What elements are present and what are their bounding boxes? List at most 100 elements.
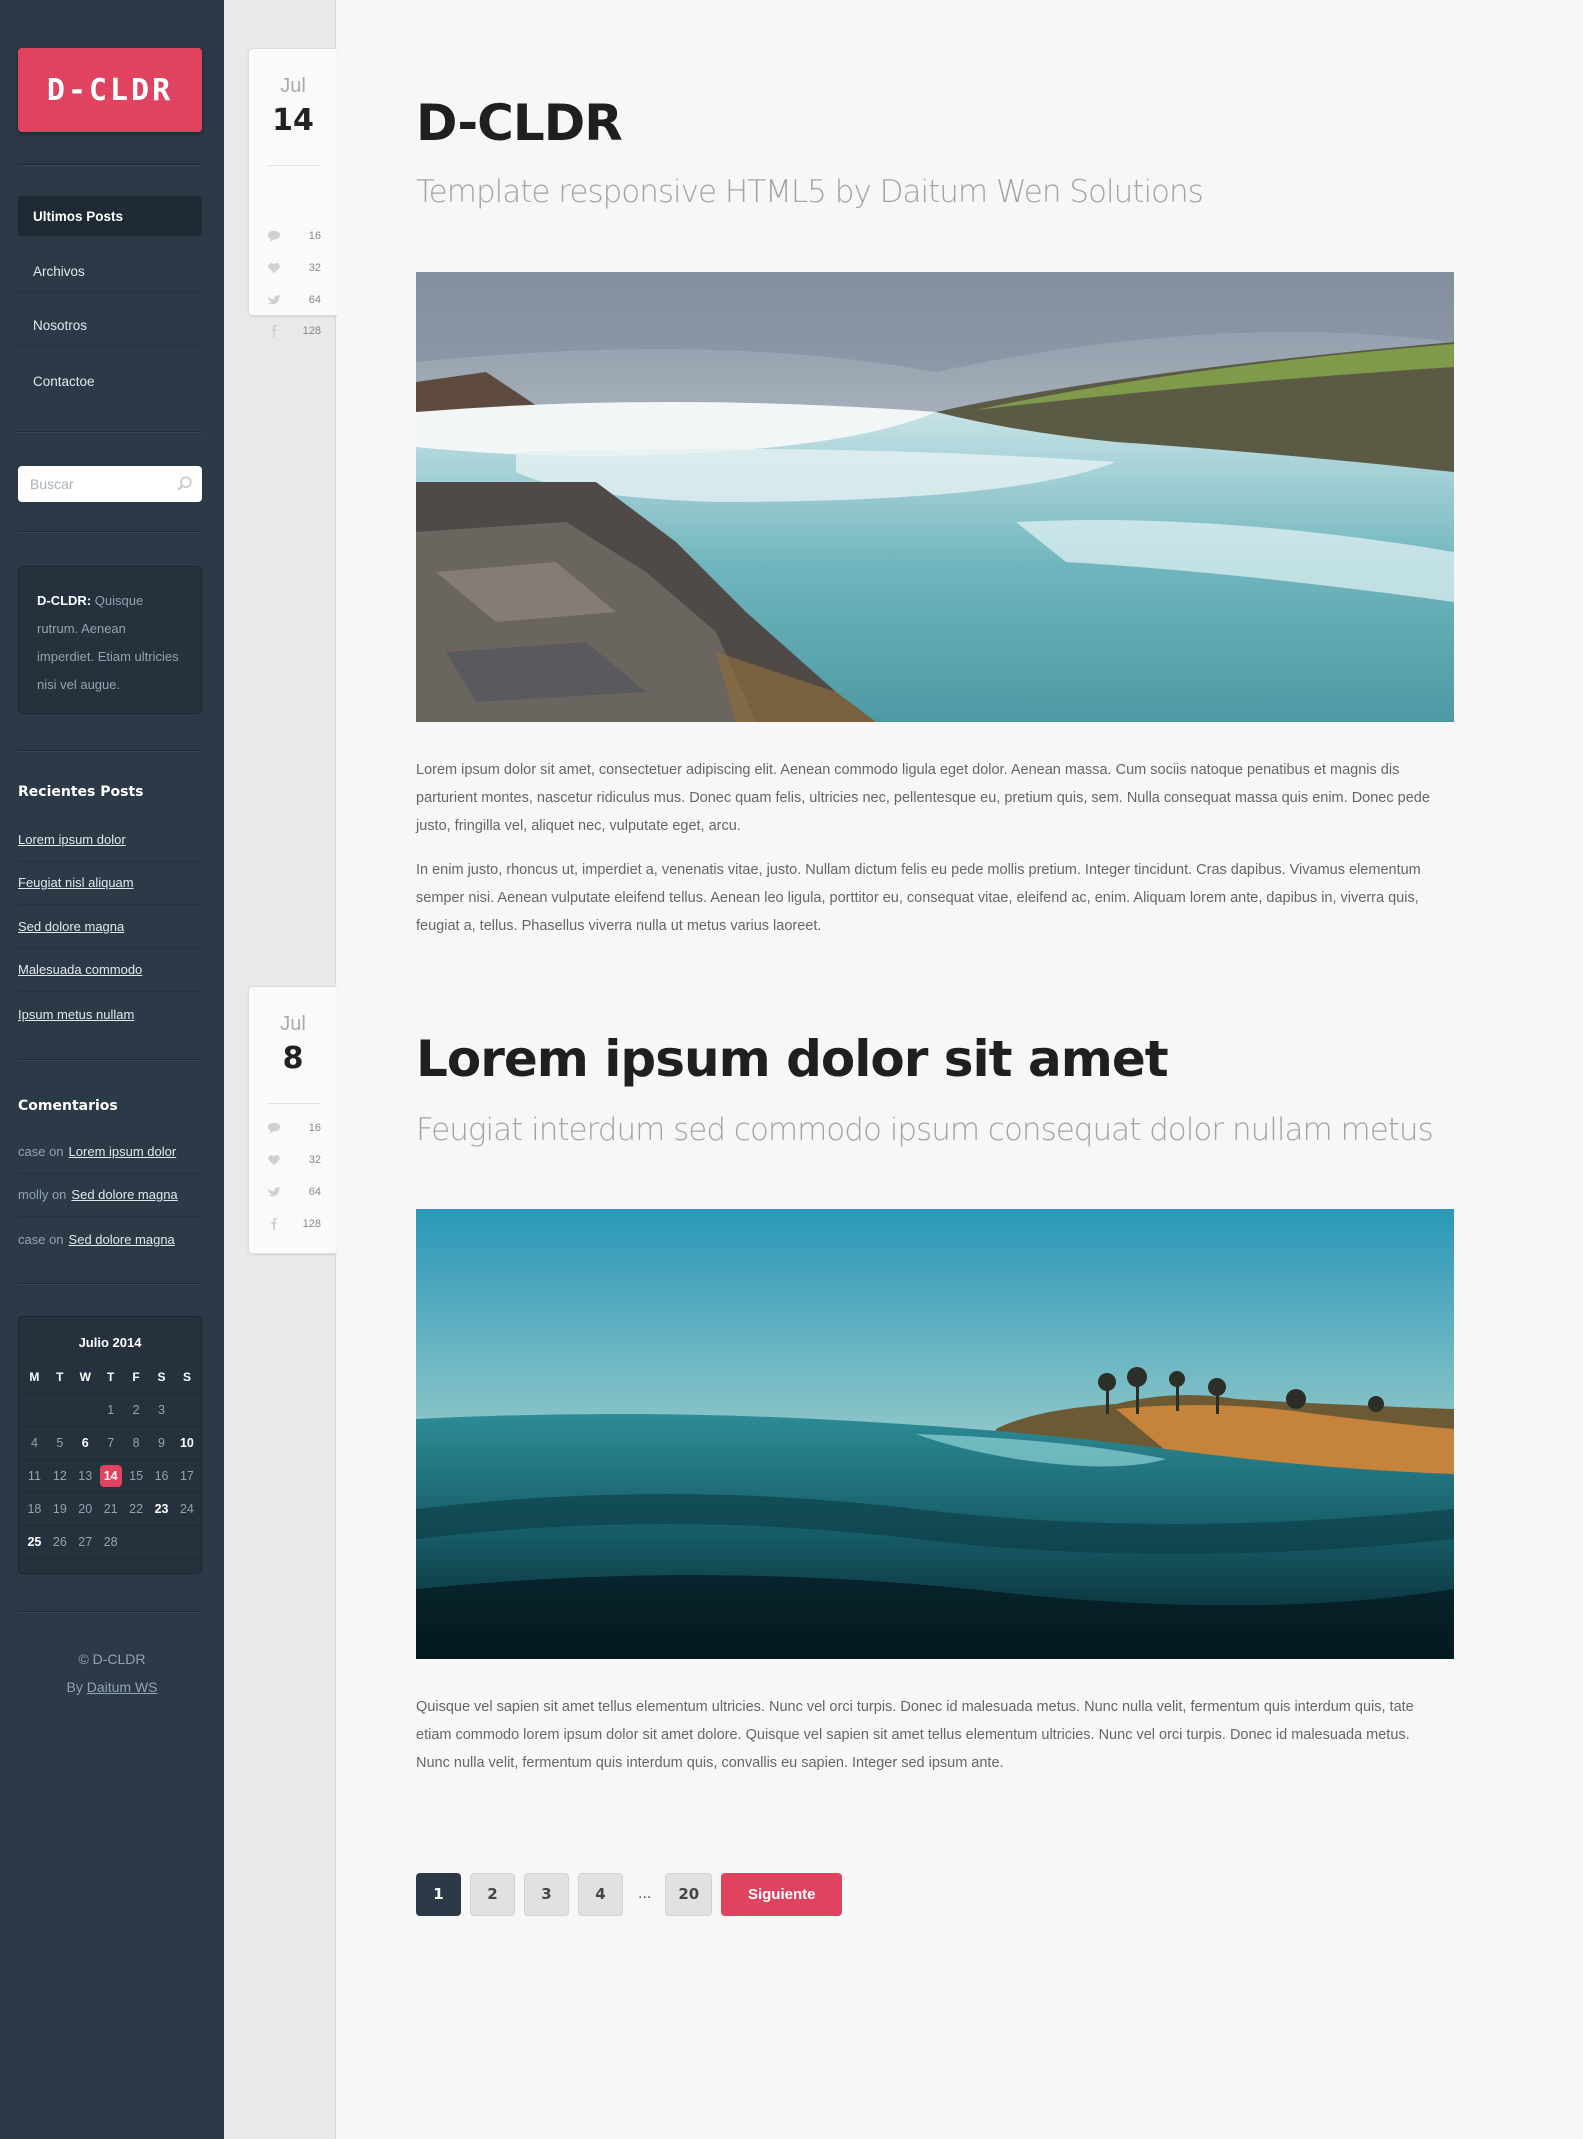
divider bbox=[18, 164, 202, 166]
recent-post-link[interactable]: Sed dolore magna bbox=[18, 919, 124, 934]
comments-count[interactable]: 16 bbox=[267, 226, 321, 246]
calendar-day[interactable]: 23 bbox=[149, 1502, 174, 1516]
comment-post-link[interactable]: Sed dolore magna bbox=[69, 1232, 175, 1247]
calendar-day[interactable]: 25 bbox=[22, 1535, 47, 1549]
search-input[interactable] bbox=[18, 466, 202, 502]
tweets-count[interactable]: 64 bbox=[267, 1182, 321, 1202]
calendar-day[interactable]: 10 bbox=[175, 1436, 200, 1450]
calendar-week-row: 18 19 20 21 22 23 24 bbox=[22, 1493, 200, 1526]
nav-item-archivos[interactable]: Archivos bbox=[18, 252, 202, 292]
calendar-day[interactable]: 17 bbox=[175, 1469, 200, 1483]
calendar-day[interactable]: 20 bbox=[73, 1502, 98, 1516]
recent-post-item: Malesuada commodo bbox=[18, 948, 202, 992]
page-button-3[interactable]: 3 bbox=[524, 1872, 569, 1916]
calendar-week-row: 25 26 27 28 bbox=[22, 1526, 200, 1559]
next-page-button[interactable]: Siguiente bbox=[721, 1872, 843, 1916]
calendar-weekday-header: S bbox=[182, 1370, 191, 1384]
calendar-day[interactable]: 7 bbox=[98, 1436, 123, 1450]
page-button-1[interactable]: 1 bbox=[416, 1872, 461, 1916]
facebook-icon bbox=[271, 324, 277, 338]
shares-count[interactable]: 128 bbox=[267, 322, 321, 340]
calendar-day-today[interactable]: 14 bbox=[98, 1465, 123, 1487]
tweets-count[interactable]: 64 bbox=[267, 290, 321, 310]
comments-title: Comentarios bbox=[18, 1098, 118, 1114]
calendar-day[interactable]: 4 bbox=[22, 1436, 47, 1450]
calendar-day[interactable]: 13 bbox=[73, 1469, 98, 1483]
post-title[interactable]: D-CLDR bbox=[416, 94, 623, 152]
calendar-day[interactable]: 26 bbox=[47, 1535, 72, 1549]
calendar-day[interactable]: 5 bbox=[47, 1436, 72, 1450]
heart-icon bbox=[268, 1155, 280, 1166]
calendar-day[interactable]: 16 bbox=[149, 1469, 174, 1483]
calendar-day[interactable]: 8 bbox=[124, 1436, 149, 1450]
post-date-card: Jul 8 16 32 64 128 bbox=[248, 986, 337, 1254]
post-subtitle: Template responsive HTML5 by Daitum Wen … bbox=[416, 174, 1204, 210]
comments-count[interactable]: 16 bbox=[267, 1118, 321, 1138]
sidebar: D-CLDR Ultimos Posts Archivos Nosotros C… bbox=[0, 0, 224, 2139]
post-paragraph: Quisque vel sapien sit amet tellus eleme… bbox=[416, 1699, 1414, 1771]
recent-post-item: Lorem ipsum dolor bbox=[18, 818, 202, 862]
footer-credit: By Daitum WS bbox=[0, 1679, 224, 1695]
comment-item: case on Lorem ipsum dolor bbox=[18, 1130, 202, 1174]
recent-post-link[interactable]: Feugiat nisl aliquam bbox=[18, 875, 134, 890]
recent-post-link[interactable]: Malesuada commodo bbox=[18, 962, 142, 977]
post-image-waterfall[interactable] bbox=[416, 272, 1454, 722]
site-logo[interactable]: D-CLDR bbox=[18, 48, 202, 132]
twitter-icon bbox=[267, 1186, 281, 1197]
calendar-day[interactable]: 22 bbox=[124, 1502, 149, 1516]
post-month: Jul bbox=[280, 1013, 306, 1035]
post-image-ocean-wave[interactable] bbox=[416, 1209, 1454, 1659]
calendar-day[interactable]: 12 bbox=[47, 1469, 72, 1483]
calendar-day-number: 14 bbox=[99, 1465, 122, 1487]
post-day: 14 bbox=[272, 103, 314, 138]
calendar-day[interactable]: 24 bbox=[175, 1502, 200, 1516]
divider bbox=[18, 1611, 202, 1613]
calendar-weekday-header: T bbox=[107, 1370, 115, 1384]
calendar-day[interactable]: 18 bbox=[22, 1502, 47, 1516]
calendar-day[interactable]: 2 bbox=[124, 1403, 149, 1417]
nav-item-contacto[interactable]: Contactoe bbox=[18, 361, 202, 401]
calendar-weekday-header: F bbox=[132, 1370, 140, 1384]
nav-item-ultimos-posts[interactable]: Ultimos Posts bbox=[18, 196, 202, 236]
calendar-day[interactable]: 15 bbox=[124, 1469, 149, 1483]
page-button-last[interactable]: 20 bbox=[665, 1872, 713, 1916]
search-box bbox=[18, 466, 202, 502]
recent-post-link[interactable]: Lorem ipsum dolor bbox=[18, 832, 126, 847]
calendar-day[interactable]: 9 bbox=[149, 1436, 174, 1450]
post-month: Jul bbox=[280, 75, 306, 97]
post-paragraph: In enim justo, rhoncus ut, imperdiet a, … bbox=[416, 862, 1421, 934]
divider bbox=[18, 1283, 202, 1285]
calendar-title: Julio 2014 bbox=[78, 1335, 142, 1350]
page-button-2[interactable]: 2 bbox=[470, 1872, 515, 1916]
comments-count-value: 16 bbox=[308, 230, 321, 242]
divider bbox=[18, 531, 202, 533]
calendar-day[interactable]: 6 bbox=[73, 1436, 98, 1450]
footer-author-link[interactable]: Daitum WS bbox=[87, 1679, 158, 1695]
calendar-day[interactable]: 28 bbox=[98, 1535, 123, 1549]
calendar-day[interactable]: 3 bbox=[149, 1403, 174, 1417]
comment-post-link[interactable]: Lorem ipsum dolor bbox=[69, 1144, 177, 1159]
post-title[interactable]: Lorem ipsum dolor sit amet bbox=[416, 1030, 1169, 1088]
likes-count-value: 32 bbox=[308, 262, 321, 274]
recent-post-link[interactable]: Ipsum metus nullam bbox=[18, 1007, 134, 1022]
nav-item-nosotros[interactable]: Nosotros bbox=[18, 306, 202, 346]
shares-count[interactable]: 128 bbox=[267, 1214, 321, 1234]
search-icon[interactable] bbox=[176, 475, 194, 493]
calendar-weekday-header: M bbox=[29, 1370, 40, 1384]
calendar-day[interactable]: 21 bbox=[98, 1502, 123, 1516]
comment-post-link[interactable]: Sed dolore magna bbox=[71, 1187, 177, 1202]
divider bbox=[18, 431, 202, 433]
calendar-day[interactable]: 11 bbox=[22, 1469, 47, 1483]
page-button-4[interactable]: 4 bbox=[578, 1872, 623, 1916]
likes-count-value: 32 bbox=[308, 1154, 321, 1166]
comment-author: molly on bbox=[18, 1187, 67, 1202]
facebook-icon bbox=[271, 1217, 277, 1231]
likes-count[interactable]: 32 bbox=[267, 258, 321, 278]
calendar-day[interactable]: 1 bbox=[98, 1403, 123, 1417]
pagination-ellipsis: ... bbox=[638, 1885, 652, 1902]
recent-posts-title: Recientes Posts bbox=[18, 784, 144, 800]
calendar-weekday-header: T bbox=[56, 1370, 64, 1384]
calendar-day[interactable]: 27 bbox=[73, 1535, 98, 1549]
likes-count[interactable]: 32 bbox=[267, 1150, 321, 1170]
calendar-day[interactable]: 19 bbox=[47, 1502, 72, 1516]
